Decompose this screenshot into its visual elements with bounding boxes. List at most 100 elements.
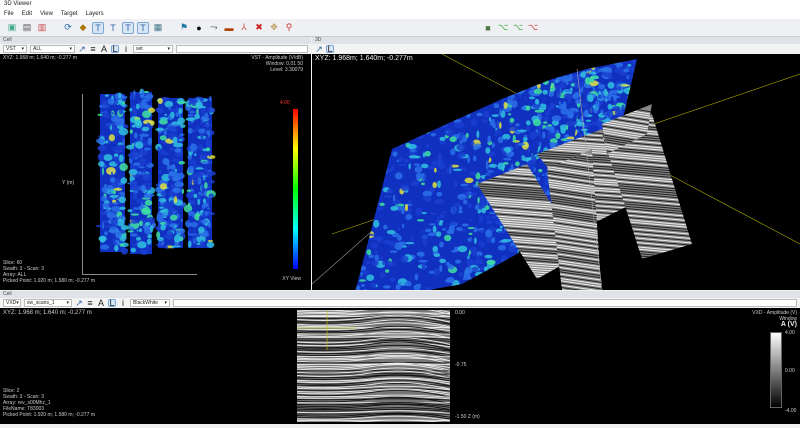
heatmap-blob (208, 180, 215, 184)
array-select[interactable]: ALL ▾ (30, 45, 75, 53)
heatmap-blob (142, 169, 147, 174)
heatmap-blob (507, 92, 514, 95)
heatmap-blob (466, 111, 471, 119)
array-select[interactable]: sw_scans_1 ▾ (24, 299, 72, 307)
heatmap-blob (555, 90, 561, 99)
image-icon[interactable]: ▦ (152, 22, 164, 34)
heatmap-blob (437, 180, 441, 189)
heatmap-blob (388, 121, 392, 127)
layer-icon[interactable]: ▬ (223, 22, 235, 34)
menu-target[interactable]: Target (61, 11, 78, 18)
heatmap-blob (454, 121, 465, 129)
heatmap-blob (572, 62, 580, 71)
delete-icon[interactable]: ✖ (253, 22, 265, 34)
open-icon[interactable]: ▣ (6, 22, 18, 34)
heatmap-blob (139, 249, 149, 255)
heatmap-blob (132, 109, 138, 116)
pick-icon[interactable]: ↗ (75, 298, 83, 308)
heatmap-blob (139, 220, 143, 227)
sphere-icon[interactable]: ● (193, 22, 205, 34)
pick-icon[interactable]: ↗ (315, 44, 323, 54)
xy-view[interactable]: XYZ: 1.968 m; 1.640 m; -0.277 m VST - Am… (0, 54, 311, 290)
move-icon[interactable]: ✥ (268, 22, 280, 34)
tree-icon[interactable]: ⌥ (497, 22, 509, 34)
bottom-status: Slice: 2 Swath: 3 - Scan: 3 Array: rev_s… (3, 388, 95, 418)
info-icon[interactable]: i (119, 298, 127, 308)
heatmap-blob (420, 107, 430, 111)
menu-view[interactable]: View (40, 11, 53, 18)
heatmap-blob (159, 183, 168, 190)
heatmap-blob (578, 59, 584, 61)
axis-icon[interactable]: L (326, 44, 334, 54)
branch-delete-icon[interactable]: ⌥ (527, 22, 539, 34)
heatmap-blob (378, 158, 384, 166)
mode-select[interactable]: VXD ▾ (3, 299, 21, 307)
heatmap-blob (478, 82, 488, 86)
export-icon[interactable]: ▥ (36, 22, 48, 34)
heatmap-blob (420, 163, 429, 169)
colormap-select[interactable]: set ▾ (133, 45, 173, 53)
tool-t1-icon[interactable]: T (92, 21, 104, 34)
heatmap-blob (390, 206, 398, 211)
heatmap-blob (491, 268, 495, 272)
branch-icon[interactable]: ⌥ (512, 22, 524, 34)
link-icon[interactable]: ⤳ (208, 22, 220, 34)
heatmap-blob (443, 120, 446, 124)
colormap-select[interactable]: BlackWhite ▾ (130, 299, 170, 307)
axis-icon[interactable]: L (108, 298, 116, 308)
import-icon[interactable]: ▤ (21, 22, 33, 34)
menu-file[interactable]: File (4, 11, 14, 18)
menu-layers[interactable]: Layers (86, 11, 104, 18)
heatmap-blob (496, 85, 501, 93)
heatmap-blob (141, 184, 146, 192)
heatmap-blob (203, 123, 213, 128)
heatmap-blob (472, 249, 476, 257)
tool-t2-icon[interactable]: T (107, 22, 119, 34)
heatmap-blob (371, 260, 379, 267)
info-icon[interactable]: i (122, 44, 130, 54)
heatmap-blob (527, 146, 530, 154)
align-icon[interactable]: ≡ (86, 298, 94, 308)
marker-icon[interactable]: ⚲ (283, 22, 295, 34)
colorbar-tick: -4.00 (785, 408, 797, 414)
heatmap-blob (193, 227, 196, 234)
heatmap-blob (465, 90, 471, 94)
search-input[interactable] (176, 45, 308, 53)
axis-icon[interactable]: L (111, 44, 119, 54)
heatmap-blob (194, 113, 200, 120)
heatmap-blob (565, 120, 576, 127)
pick-icon[interactable]: ↗ (78, 44, 86, 54)
section-view[interactable]: XYZ: 1.968 m; 1.640 m; -0.277 m 0.00 -0.… (0, 308, 800, 424)
3d-view[interactable]: XYZ: 1.968m; 1.640m; -0.277m (312, 54, 800, 290)
text-icon[interactable]: A (100, 44, 108, 54)
refresh-icon[interactable]: ⟳ (62, 22, 74, 34)
heatmap-blob (527, 81, 537, 86)
tool-t4-icon[interactable]: T (137, 21, 149, 34)
heatmap-blob (512, 255, 522, 260)
heatmap-blob (538, 126, 542, 135)
heatmap-blob (163, 128, 167, 137)
heatmap-blob (581, 59, 590, 65)
heatmap-blob (617, 86, 621, 91)
navigate-icon[interactable]: ◆ (77, 22, 89, 34)
status-line: Picked Point: 1.920 m; 1.580 m; -0.277 m (3, 278, 95, 284)
tool-t3-icon[interactable]: T (122, 21, 134, 34)
heatmap-blob (446, 167, 451, 174)
heatmap-blob (555, 105, 559, 108)
cube-icon[interactable]: ■ (482, 22, 494, 34)
search-input[interactable] (173, 299, 797, 307)
target-icon[interactable]: ⚑ (178, 22, 190, 34)
text-icon[interactable]: A (97, 298, 105, 308)
heatmap-blob (478, 278, 486, 284)
align-icon[interactable]: ≡ (89, 44, 97, 54)
menu-edit[interactable]: Edit (22, 11, 32, 18)
heatmap-blob (141, 126, 150, 132)
heatmap-blob (562, 63, 569, 67)
heatmap-blob (366, 261, 370, 265)
pick-icon[interactable]: ⅄ (238, 22, 250, 34)
mode-select[interactable]: VST ▾ (3, 45, 27, 53)
heatmap-blob (422, 238, 428, 246)
heatmap-blob (630, 80, 637, 84)
heatmap-blob (187, 220, 191, 223)
heatmap-blob (386, 230, 396, 235)
